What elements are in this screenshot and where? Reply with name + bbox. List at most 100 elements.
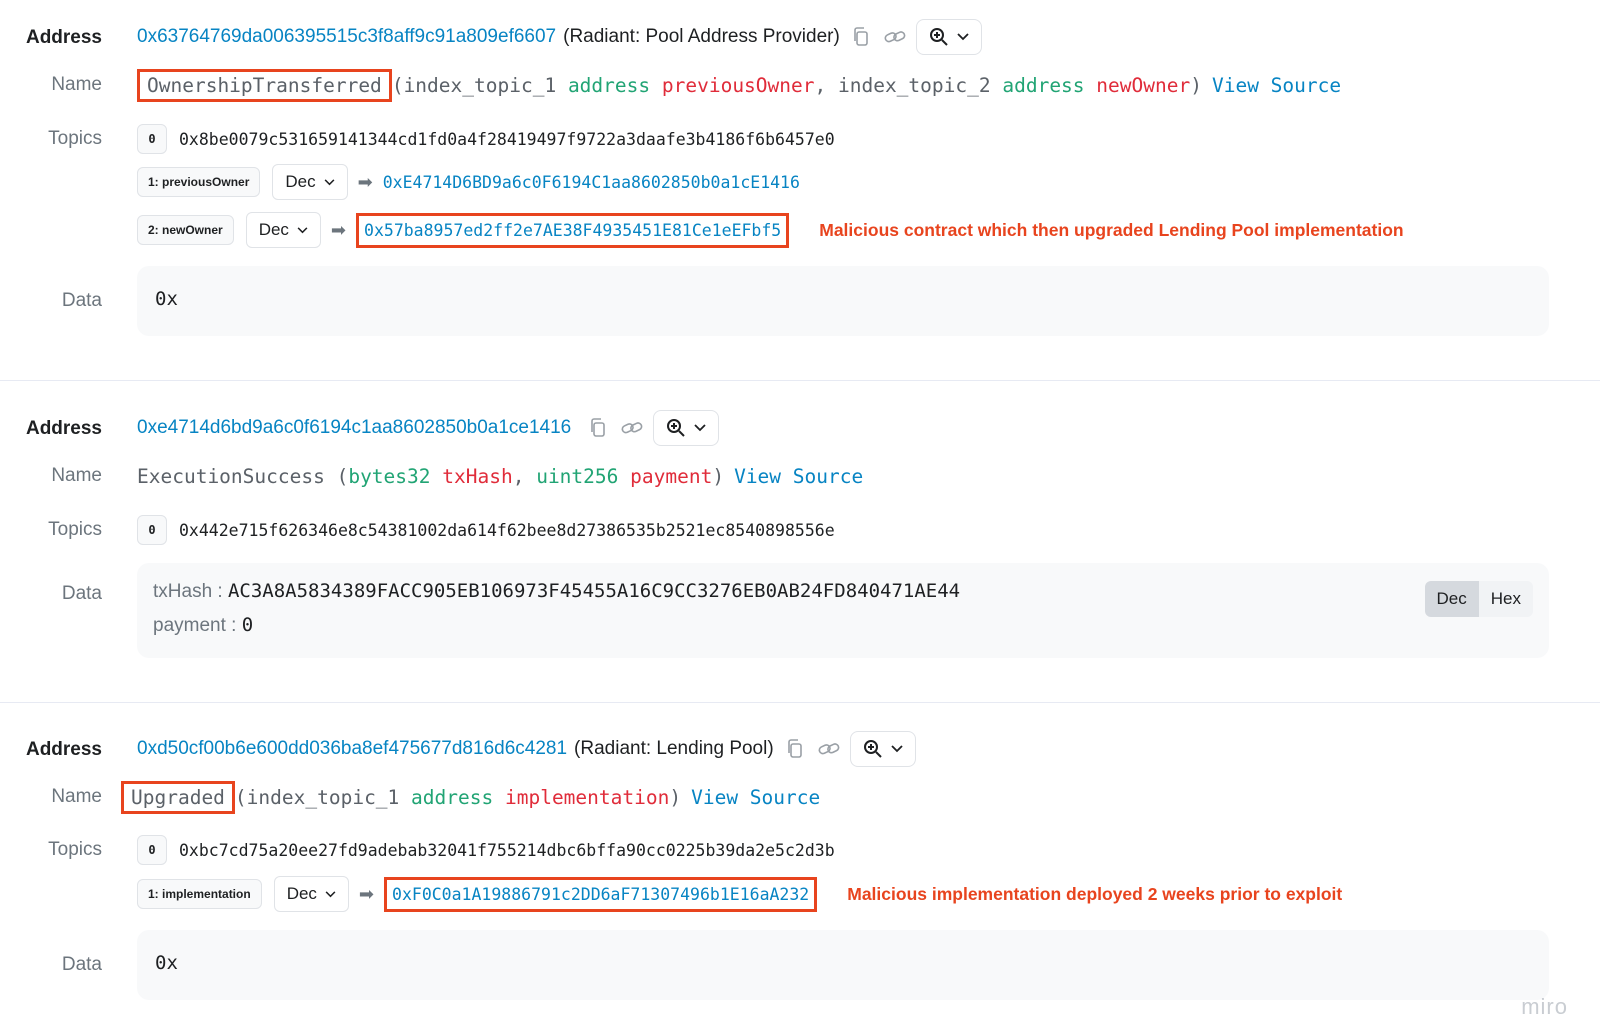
format-select[interactable]: Dec xyxy=(272,164,348,200)
topic0-hash: 0x8be0079c531659141344cd1fd0a4f28419497f… xyxy=(179,129,835,149)
zoom-in-icon xyxy=(929,28,948,46)
param-type: uint256 xyxy=(536,464,619,488)
params-open: ( xyxy=(324,464,349,488)
topic-index-badge: 0 xyxy=(137,835,167,865)
link-icon[interactable] xyxy=(816,736,842,762)
event-name: ExecutionSuccess xyxy=(137,464,325,488)
chevron-down-icon xyxy=(891,745,903,753)
topic-address-link[interactable]: 0xE4714D6BD9a6c0F6194C1aa8602850b0a1cE14… xyxy=(383,173,800,192)
chevron-down-icon xyxy=(325,890,336,897)
topic-index-badge: 0 xyxy=(137,124,167,154)
data-label: Data xyxy=(61,290,102,311)
log-address-link[interactable]: 0x63764769da006395515c3f8aff9c91a809ef66… xyxy=(137,26,556,48)
annotation-note: Malicious contract which then upgraded L… xyxy=(819,219,1404,240)
view-source-link[interactable]: View Source xyxy=(691,786,820,809)
param-name: previousOwner xyxy=(661,73,815,97)
address-label: Address xyxy=(25,739,102,760)
topic-badge-implementation: 1: implementation xyxy=(137,879,262,909)
zoom-dropdown-button[interactable] xyxy=(653,410,720,446)
data-value: AC3A8A5834389FACC905EB106973F45455A16C9C… xyxy=(227,580,961,602)
param-name: newOwner xyxy=(1096,73,1191,97)
params-open: ( xyxy=(391,73,404,97)
param-prefix: index_topic_1 xyxy=(403,73,568,97)
log-address-link[interactable]: 0xe4714d6bd9a6c0f6194c1aa8602850b0a1ce14… xyxy=(137,417,571,439)
log-divider xyxy=(0,702,1600,703)
param-prefix: index_topic_2 xyxy=(837,73,1003,97)
log-address-link[interactable]: 0xd50cf00b6e600dd036ba8ef475677d816d6c42… xyxy=(137,738,567,760)
format-select-value: Dec xyxy=(285,172,316,191)
data-row-txhash: txHash : AC3A8A5834389FACC905EB106973F45… xyxy=(153,580,960,603)
chevron-down-icon xyxy=(694,424,706,432)
link-icon[interactable] xyxy=(619,415,645,441)
link-icon[interactable] xyxy=(882,24,908,50)
annotation-note: Malicious implementation deployed 2 week… xyxy=(847,883,1343,904)
data-label: Data xyxy=(61,583,102,604)
copy-icon[interactable] xyxy=(848,24,874,50)
format-select[interactable]: Dec xyxy=(245,212,321,248)
param-name: implementation xyxy=(504,785,670,809)
address-label: Address xyxy=(25,418,102,439)
format-select[interactable]: Dec xyxy=(273,876,349,912)
name-label: Name xyxy=(51,465,102,486)
topic-address-link-highlighted[interactable]: 0x57ba8957ed2ff2e7AE38F4935451E81Ce1eEFb… xyxy=(356,212,790,248)
dec-button[interactable]: Dec xyxy=(1424,581,1479,617)
params-close: ) xyxy=(669,785,682,809)
topic0-hash: 0xbc7cd75a20ee27fd9adebab32041f755214dbc… xyxy=(179,840,835,860)
data-value: 0 xyxy=(241,614,254,636)
chevron-down-icon xyxy=(957,33,969,41)
param-type: address xyxy=(567,73,651,97)
param-prefix: index_topic_1 xyxy=(246,785,412,809)
param-name: payment xyxy=(630,464,713,488)
topic-badge-previous-owner: 1: previousOwner xyxy=(137,167,261,197)
data-value: 0x xyxy=(155,952,178,974)
hex-button[interactable]: Hex xyxy=(1478,581,1533,617)
param-name: txHash xyxy=(442,464,513,488)
data-row-payment: payment : 0 xyxy=(153,614,253,637)
address-label: Address xyxy=(25,27,102,48)
event-name-highlighted: Upgraded xyxy=(121,780,235,814)
param-separator: , xyxy=(814,73,838,97)
address-tag: (Radiant: Lending Pool) xyxy=(574,738,774,759)
topic-index-badge: 0 xyxy=(137,515,167,545)
data-value: 0x xyxy=(155,288,178,310)
chevron-down-icon xyxy=(324,178,335,185)
copy-icon[interactable] xyxy=(782,736,808,762)
zoom-dropdown-button[interactable] xyxy=(849,731,916,767)
copy-icon[interactable] xyxy=(585,415,611,441)
param-type: address xyxy=(411,785,494,809)
arrow-right-icon: ➡ xyxy=(330,219,347,240)
topic0-hash: 0x442e715f626346e8c54381002da614f62bee8d… xyxy=(179,520,835,540)
format-select-value: Dec xyxy=(258,220,289,239)
view-source-link[interactable]: View Source xyxy=(734,465,863,488)
data-label: Data xyxy=(61,954,102,975)
topics-label: Topics xyxy=(48,839,102,860)
zoom-dropdown-button[interactable] xyxy=(915,19,982,55)
params-close: ) xyxy=(712,464,725,488)
zoom-in-icon xyxy=(863,740,882,758)
params-open: ( xyxy=(234,785,247,809)
log-divider xyxy=(0,380,1600,381)
topic-badge-new-owner: 2: newOwner xyxy=(137,215,234,245)
data-box: 0x xyxy=(137,266,1549,336)
topic-address-link-highlighted[interactable]: 0xF0C0a1A19886791c2DD6aF71307496b1E16aA2… xyxy=(384,876,818,912)
view-source-link[interactable]: View Source xyxy=(1212,74,1341,97)
watermark: miro xyxy=(1521,994,1568,1019)
data-key: payment : xyxy=(153,615,242,636)
data-box: 0x xyxy=(137,930,1549,1000)
topics-label: Topics xyxy=(48,519,102,540)
zoom-in-icon xyxy=(667,419,685,437)
format-select-value: Dec xyxy=(286,884,317,903)
address-tag: (Radiant: Pool Address Provider) xyxy=(563,26,840,47)
param-type: bytes32 xyxy=(348,464,431,488)
param-separator: , xyxy=(512,464,537,488)
param-type: address xyxy=(1002,73,1085,97)
arrow-right-icon: ➡ xyxy=(357,171,373,192)
topics-label: Topics xyxy=(48,128,102,149)
chevron-down-icon xyxy=(297,226,308,233)
dec-hex-toggle: Dec Hex xyxy=(1424,581,1533,617)
arrow-right-icon: ➡ xyxy=(358,883,375,904)
name-label: Name xyxy=(51,786,102,807)
data-key: txHash : xyxy=(153,581,228,602)
name-label: Name xyxy=(51,74,102,95)
event-name-highlighted: OwnershipTransferred xyxy=(137,68,392,102)
